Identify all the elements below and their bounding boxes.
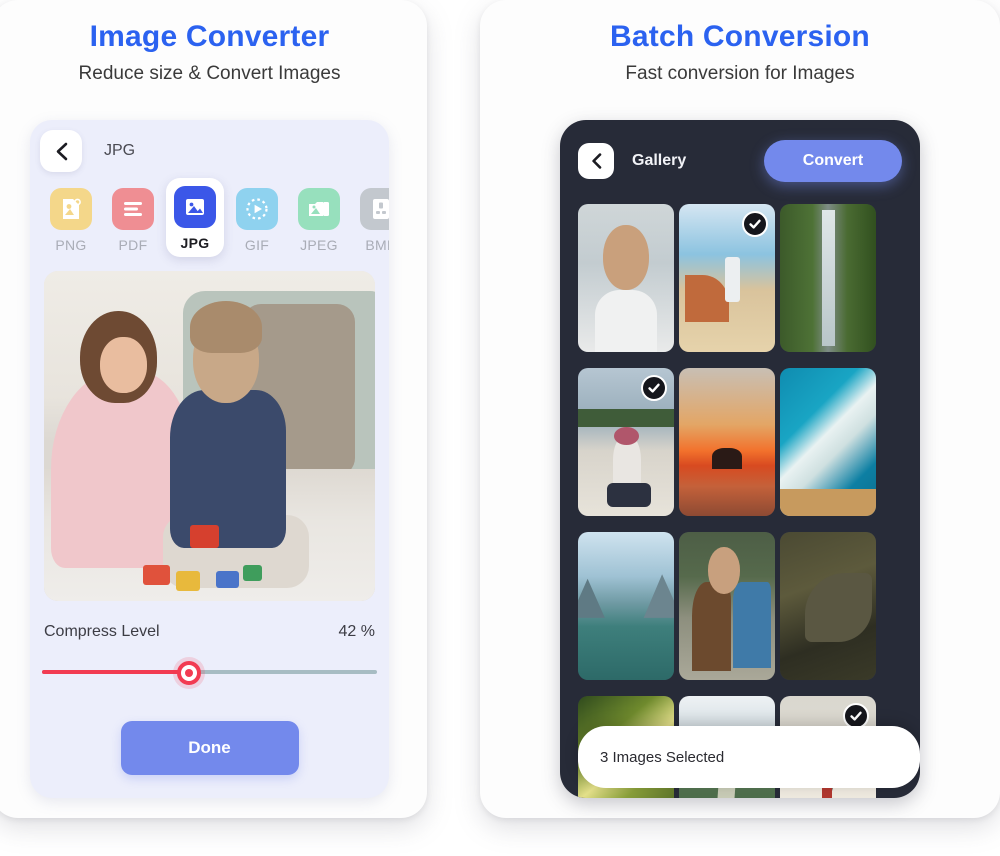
- format-label: JPEG: [300, 237, 338, 253]
- check-icon: [641, 375, 667, 401]
- gallery-item[interactable]: [578, 204, 674, 352]
- format-label: PDF: [118, 237, 148, 253]
- gallery-item[interactable]: [679, 368, 775, 516]
- photo-frame-icon: [298, 188, 340, 230]
- back-button[interactable]: [40, 130, 82, 172]
- format-option-jpeg[interactable]: JPEG: [290, 182, 348, 253]
- preview-image: [44, 271, 375, 601]
- format-label: BMP: [365, 237, 389, 253]
- gallery-item-selected[interactable]: [679, 204, 775, 352]
- format-label: JPG: [180, 235, 210, 251]
- slider-fill: [42, 670, 190, 674]
- compress-level-value: 42 %: [338, 623, 375, 640]
- left-panel-subtitle: Reduce size & Convert Images: [78, 63, 341, 84]
- right-screenshot-card: Batch Conversion Fast conversion for Ima…: [480, 0, 1000, 818]
- format-label: PNG: [55, 237, 87, 253]
- selection-count-label: 3 Images Selected: [600, 748, 725, 766]
- gallery-phone-mockup: Gallery Convert 3 Images Selected: [560, 120, 920, 798]
- format-selector: PNG PDF JPG GIF JPEG BM: [30, 178, 389, 257]
- left-panel-title: Image Converter: [89, 20, 330, 53]
- current-format-label: JPG: [104, 142, 136, 159]
- format-option-gif[interactable]: GIF: [228, 182, 286, 253]
- gallery-title: Gallery: [632, 152, 687, 169]
- gallery-item[interactable]: [780, 204, 876, 352]
- gallery-item[interactable]: [780, 532, 876, 680]
- selection-status-bar: 3 Images Selected: [578, 726, 920, 788]
- gallery-item[interactable]: [578, 532, 674, 680]
- compress-level-label: Compress Level: [44, 623, 160, 640]
- converter-header: JPG: [30, 120, 389, 182]
- right-panel-subtitle: Fast conversion for Images: [625, 63, 855, 84]
- gallery-item[interactable]: [679, 532, 775, 680]
- compress-level-slider[interactable]: [42, 661, 377, 685]
- document-lines-icon: [112, 188, 154, 230]
- gallery-item[interactable]: [780, 368, 876, 516]
- format-option-png[interactable]: PNG: [42, 182, 100, 253]
- right-panel-title: Batch Conversion: [610, 20, 870, 53]
- done-button[interactable]: Done: [120, 721, 299, 775]
- check-icon: [742, 211, 768, 237]
- chevron-left-icon: [56, 142, 67, 160]
- contact-card-icon: [360, 188, 389, 230]
- play-circle-icon: [236, 188, 278, 230]
- convert-button[interactable]: Convert: [764, 140, 902, 182]
- format-option-pdf[interactable]: PDF: [104, 182, 162, 253]
- screenshot-stage: Image Converter Reduce size & Convert Im…: [0, 0, 1000, 856]
- chevron-left-icon: [591, 153, 601, 169]
- format-option-bmp[interactable]: BMP: [352, 182, 389, 253]
- format-label: GIF: [244, 237, 270, 253]
- converter-phone-mockup: JPG PNG PDF JPG GIF JPEG BM Compress Lev…: [30, 120, 389, 798]
- back-button[interactable]: [578, 143, 614, 179]
- gallery-grid: [578, 204, 920, 798]
- left-screenshot-card: Image Converter Reduce size & Convert Im…: [0, 0, 427, 818]
- image-file-icon: [50, 188, 92, 230]
- gallery-header: Gallery Convert: [560, 120, 920, 202]
- format-option-jpg[interactable]: JPG: [166, 178, 224, 257]
- compress-level-row: Compress Level 42 %: [44, 623, 375, 641]
- picture-icon: [174, 186, 216, 228]
- gallery-item-selected[interactable]: [578, 368, 674, 516]
- slider-thumb[interactable]: [177, 661, 202, 685]
